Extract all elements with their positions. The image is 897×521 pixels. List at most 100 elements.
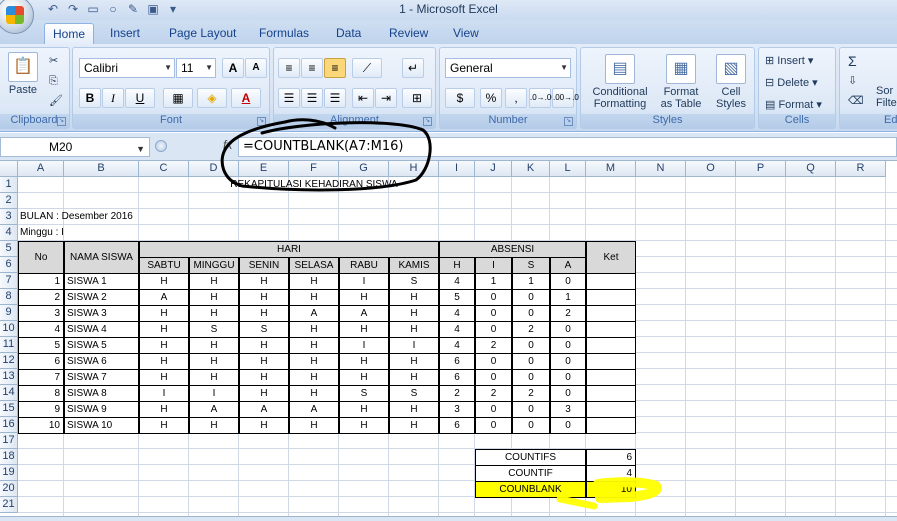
row-header[interactable]: 7 [0,273,18,289]
absensi-count[interactable]: 4 [439,305,475,322]
absensi-count[interactable]: 1 [550,289,586,306]
day-status[interactable]: H [289,273,339,290]
borders-icon[interactable]: ▦ [163,88,193,108]
day-status[interactable]: I [339,337,389,354]
column-header[interactable]: R [836,161,886,177]
day-status[interactable]: H [239,417,289,434]
absensi-count[interactable]: 0 [512,417,550,434]
absensi-count[interactable]: 2 [475,385,512,402]
day-status[interactable]: S [339,385,389,402]
absensi-count[interactable]: 6 [439,353,475,370]
student-no[interactable]: 6 [18,353,64,370]
wrap-text-icon[interactable]: ↵ [402,58,424,78]
row-header[interactable]: 15 [0,401,18,417]
absensi-count[interactable]: 4 [439,337,475,354]
decrease-decimal-button[interactable]: .00→.0 [552,88,579,108]
merge-center-icon[interactable]: ⊞ [402,88,432,108]
day-status[interactable]: A [139,289,189,306]
decrease-indent-icon[interactable]: ⇤ [352,88,374,108]
day-status[interactable]: A [289,305,339,322]
format-painter-icon[interactable]: 🖌 [49,92,63,110]
row-header[interactable]: 13 [0,369,18,385]
day-status[interactable]: H [239,337,289,354]
day-status[interactable]: H [239,369,289,386]
column-header[interactable]: B [64,161,139,177]
header-absensi-code[interactable]: H [439,257,475,274]
paste-button[interactable]: 📋 Paste [5,52,41,96]
cell-styles-button[interactable]: ▧ Cell Styles [709,54,753,110]
absensi-count[interactable]: 1 [512,273,550,290]
day-status[interactable]: H [389,321,439,338]
font-name-select[interactable]: Calibri ▼ [79,58,175,78]
header-day[interactable]: MINGGU [189,257,239,274]
day-status[interactable]: S [389,385,439,402]
day-status[interactable]: H [289,417,339,434]
header-day[interactable]: SELASA [289,257,339,274]
absensi-count[interactable]: 0 [550,417,586,434]
clipboard-launcher-icon[interactable]: ↘ [57,117,66,126]
header-nama[interactable]: NAMA SISWA [64,241,139,274]
student-no[interactable]: 3 [18,305,64,322]
student-no[interactable]: 5 [18,337,64,354]
absensi-count[interactable]: 0 [475,417,512,434]
day-status[interactable]: H [189,417,239,434]
column-header[interactable]: Q [786,161,836,177]
student-no[interactable]: 10 [18,417,64,434]
absensi-count[interactable]: 0 [512,353,550,370]
row-header[interactable]: 21 [0,497,18,513]
day-status[interactable]: H [339,369,389,386]
day-status[interactable]: A [189,401,239,418]
format-cells-button[interactable]: ▤ Format ▾ [765,96,822,114]
alignment-launcher-icon[interactable]: ↘ [423,117,432,126]
tab-page-layout[interactable]: Page Layout [161,23,244,44]
shrink-font-button[interactable]: A [245,58,267,78]
column-header[interactable]: D [189,161,239,177]
day-status[interactable]: H [339,417,389,434]
autosum-button[interactable]: Σ [848,52,857,70]
day-status[interactable]: H [289,353,339,370]
align-center-icon[interactable]: ☰ [301,88,323,108]
summary-value[interactable]: 10 [586,481,636,498]
day-status[interactable]: H [289,321,339,338]
column-header[interactable]: I [439,161,475,177]
day-status[interactable]: H [139,321,189,338]
column-header[interactable]: A [18,161,64,177]
student-name[interactable]: SISWA 7 [64,369,139,386]
orientation-icon[interactable]: ⟋ [352,58,382,78]
day-status[interactable]: H [239,305,289,322]
student-no[interactable]: 8 [18,385,64,402]
student-name[interactable]: SISWA 3 [64,305,139,322]
absensi-count[interactable]: 0 [550,337,586,354]
summary-label[interactable]: COUNTIFS [475,449,586,466]
row-header[interactable]: 3 [0,209,18,225]
ket-cell[interactable] [586,337,636,354]
absensi-count[interactable]: 5 [439,289,475,306]
day-status[interactable]: I [139,385,189,402]
row-header[interactable]: 19 [0,465,18,481]
absensi-count[interactable]: 3 [550,401,586,418]
day-status[interactable]: H [189,273,239,290]
absensi-count[interactable]: 1 [475,273,512,290]
absensi-count[interactable]: 0 [475,305,512,322]
header-no[interactable]: No [18,241,64,274]
day-status[interactable]: H [239,273,289,290]
absensi-count[interactable]: 4 [439,273,475,290]
day-status[interactable]: H [339,401,389,418]
absensi-count[interactable]: 6 [439,369,475,386]
ket-cell[interactable] [586,353,636,370]
number-format-select[interactable]: General ▼ [445,58,571,78]
absensi-count[interactable]: 0 [550,369,586,386]
ket-cell[interactable] [586,385,636,402]
currency-button[interactable]: $ [445,88,475,108]
font-launcher-icon[interactable]: ↘ [257,117,266,126]
day-status[interactable]: H [289,289,339,306]
absensi-count[interactable]: 0 [512,289,550,306]
summary-value[interactable]: 4 [586,465,636,482]
student-no[interactable]: 4 [18,321,64,338]
student-no[interactable]: 2 [18,289,64,306]
select-all-corner[interactable] [0,161,18,177]
student-name[interactable]: SISWA 10 [64,417,139,434]
header-day[interactable]: SABTU [139,257,189,274]
student-name[interactable]: SISWA 2 [64,289,139,306]
bulan-label[interactable]: BULAN : Desember 2016 [18,209,189,225]
